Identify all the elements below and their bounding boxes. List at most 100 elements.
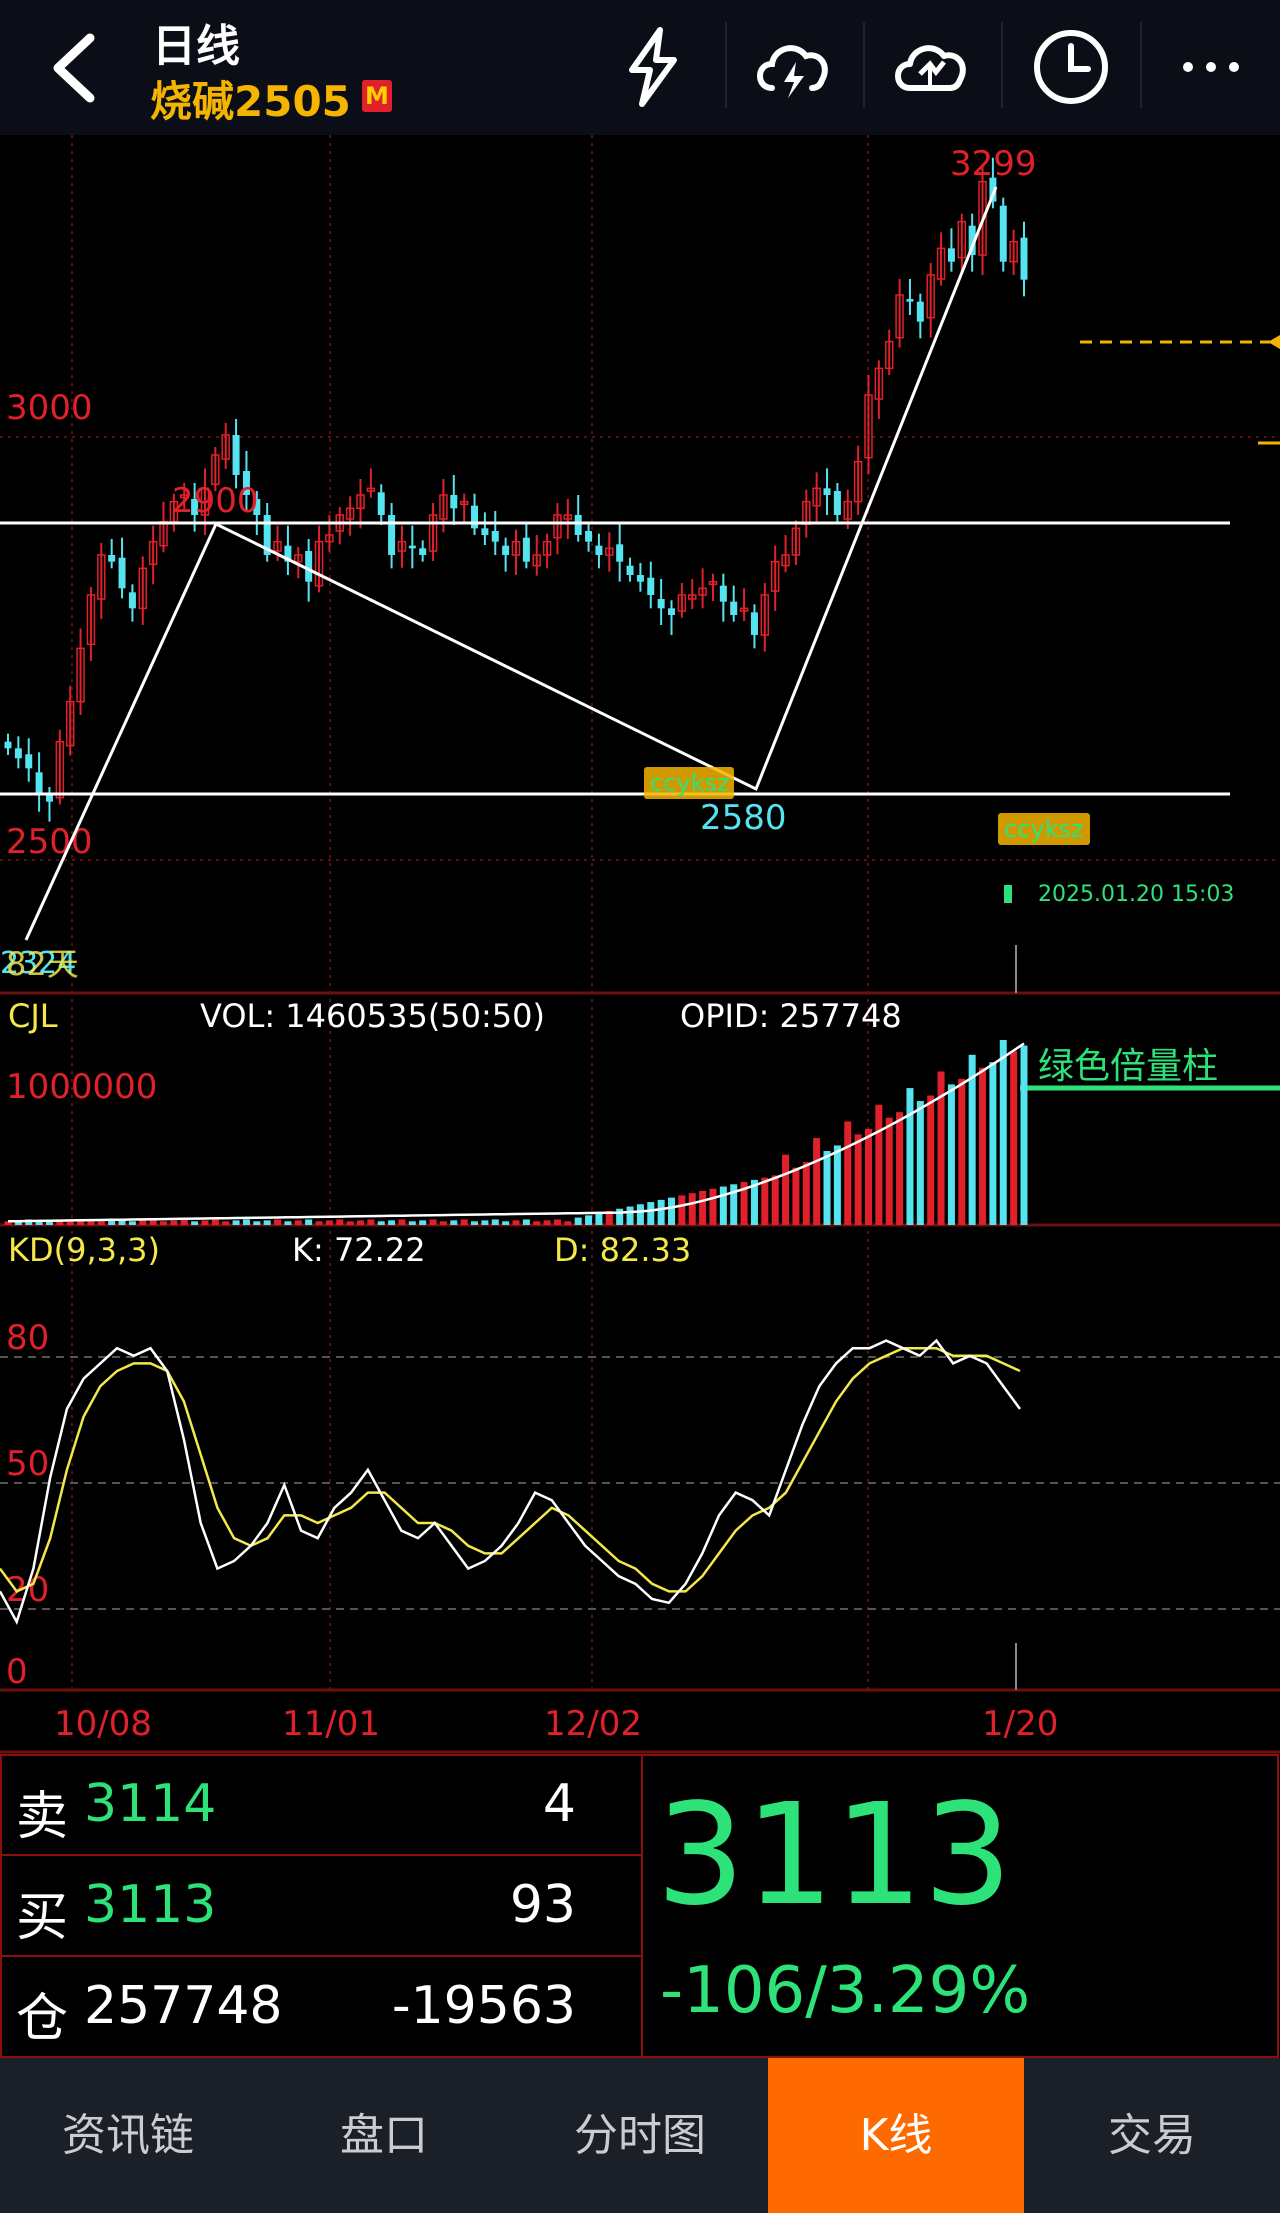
volume-bar xyxy=(211,1219,219,1225)
candle-body xyxy=(750,612,758,635)
tag-text-2: ccyksz xyxy=(1004,815,1084,843)
volume-bar xyxy=(274,1219,282,1225)
candle-body xyxy=(616,544,624,562)
volume-bar xyxy=(896,1112,904,1225)
tab-order-book[interactable]: 盘口 xyxy=(256,2058,512,2213)
candle-body xyxy=(585,531,593,542)
volume-bar xyxy=(294,1220,302,1225)
volume-bar xyxy=(564,1221,572,1225)
volume-bar xyxy=(408,1221,416,1225)
candle-body xyxy=(408,545,416,549)
ask-qty: 4 xyxy=(542,1774,576,1834)
volume-bar xyxy=(885,1117,893,1225)
tab-trade[interactable]: 交易 xyxy=(1024,2058,1280,2213)
quote-panel: 卖 3114 4 买 3113 93 仓 257748 -19563 3113 … xyxy=(0,1754,1280,2058)
contract-name[interactable]: 烧碱2505 xyxy=(150,68,351,129)
volume-bar xyxy=(170,1220,178,1225)
candle-body xyxy=(14,748,22,759)
candle-body xyxy=(595,545,603,555)
volume-bar xyxy=(305,1219,313,1225)
cloud-lightning-icon[interactable] xyxy=(748,22,838,112)
back-icon[interactable] xyxy=(40,28,110,108)
candle-body xyxy=(636,575,644,582)
candle-body xyxy=(730,601,738,615)
more-icon[interactable] xyxy=(1166,22,1256,112)
bid-label: 买 xyxy=(16,1888,69,1948)
ask-label: 卖 xyxy=(16,1787,69,1847)
days-label: 82天 xyxy=(6,945,79,983)
candle-body xyxy=(419,548,427,555)
candle-body xyxy=(999,205,1007,262)
volume-bar xyxy=(160,1221,168,1225)
volume-bar xyxy=(647,1202,655,1225)
volume-bar xyxy=(201,1220,209,1225)
kd-label: KD(9,3,3) xyxy=(8,1231,160,1269)
clock-icon[interactable] xyxy=(1026,22,1116,112)
candle-body xyxy=(906,299,914,302)
volume-bar xyxy=(66,1221,74,1225)
kd-tick-0: 0 xyxy=(6,1652,28,1692)
candle-body xyxy=(450,495,458,509)
kd-tick-80: 80 xyxy=(6,1318,49,1358)
volume-bar xyxy=(699,1190,707,1225)
tab-kline[interactable]: K线 xyxy=(768,2058,1024,2213)
volume-bar xyxy=(325,1220,333,1225)
last-price: 3113 xyxy=(656,1774,1013,1937)
volume-bar xyxy=(844,1121,852,1225)
volume-bar xyxy=(709,1188,717,1225)
low-label: 2580 xyxy=(700,798,787,838)
candle-body xyxy=(947,248,955,262)
bid-price: 3113 xyxy=(84,1875,217,1935)
date-label: 11/01 xyxy=(282,1704,380,1744)
opid-value: OPID: 257748 xyxy=(680,997,902,1035)
volume-bar xyxy=(367,1219,375,1225)
volume-bar xyxy=(979,1067,987,1225)
volume-bar xyxy=(585,1215,593,1225)
candle-body xyxy=(108,555,116,562)
volume-bar xyxy=(574,1217,582,1225)
high-label: 3299 xyxy=(950,144,1037,184)
volume-bar xyxy=(989,1062,997,1225)
volume-bar xyxy=(657,1199,665,1225)
volume-bar xyxy=(688,1193,696,1225)
lightning-icon[interactable] xyxy=(608,22,698,112)
volume-bar xyxy=(253,1221,261,1225)
kd-tick-50: 50 xyxy=(6,1444,49,1484)
legend-text: 绿色倍量柱 xyxy=(1038,1046,1218,1087)
timestamp-label: 2025.01.20 15:03 xyxy=(1038,882,1234,907)
volume-bar xyxy=(242,1219,250,1225)
candle-body xyxy=(823,488,831,495)
candle-body xyxy=(35,772,43,795)
volume-bar xyxy=(232,1220,240,1225)
cloud-chart-icon[interactable] xyxy=(886,22,976,112)
oi-change: -19563 xyxy=(391,1976,576,2036)
candle-body xyxy=(25,754,33,769)
candle-body xyxy=(377,492,385,515)
bid-row[interactable]: 买 3113 93 xyxy=(0,1855,640,1955)
oi-value: 257748 xyxy=(84,1976,283,2036)
volume-bar xyxy=(336,1219,344,1225)
volume-bar xyxy=(616,1208,624,1225)
volume-bar xyxy=(833,1145,841,1225)
candle-body xyxy=(471,505,479,529)
volume-bar xyxy=(522,1219,530,1225)
volume-bar xyxy=(875,1104,883,1225)
kline-chart[interactable]: 3000 2500 3299 2900 2580 2324 82天 ccyksz… xyxy=(0,135,1280,1754)
candle-body xyxy=(522,537,530,562)
header-divider xyxy=(1140,22,1142,108)
tab-intraday[interactable]: 分时图 xyxy=(512,2058,768,2213)
candle-body xyxy=(719,585,727,602)
market-badge: M xyxy=(362,80,392,112)
volume-bar xyxy=(284,1221,292,1225)
ask-row[interactable]: 卖 3114 4 xyxy=(0,1754,640,1854)
volume-bar xyxy=(128,1221,136,1225)
price-label-3000: 3000 xyxy=(6,388,93,428)
candle-body xyxy=(128,592,136,609)
volume-bar xyxy=(771,1175,779,1225)
tab-news-chain[interactable]: 资讯链 xyxy=(0,2058,256,2213)
k-value: K: 72.22 xyxy=(292,1231,426,1269)
candle-body xyxy=(232,435,240,475)
volume-bar xyxy=(854,1134,862,1225)
candle-body xyxy=(118,557,126,589)
bid-qty: 93 xyxy=(509,1875,576,1935)
